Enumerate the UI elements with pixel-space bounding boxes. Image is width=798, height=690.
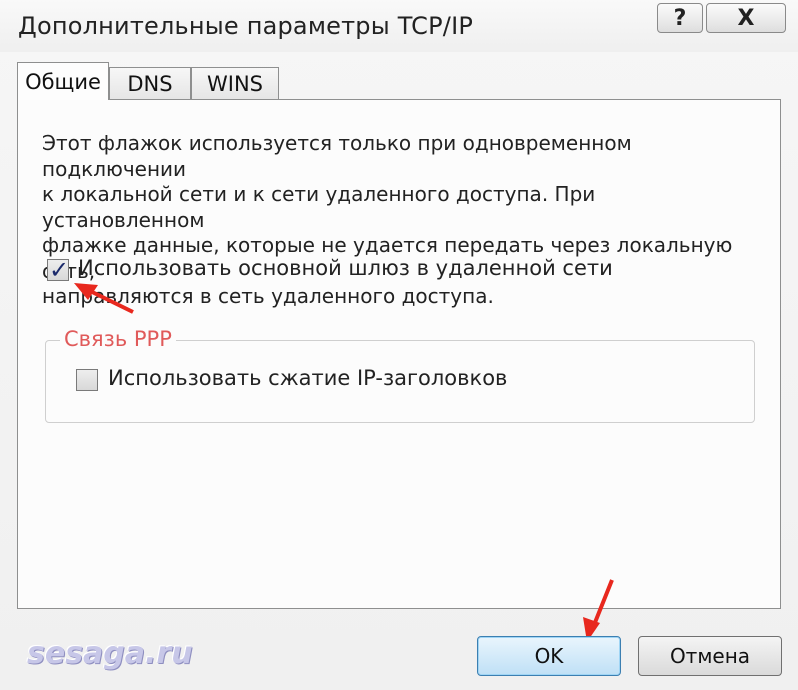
tab-general[interactable]: Общие xyxy=(17,62,109,100)
site-watermark: sesaga.ru xyxy=(27,636,193,671)
arrow-icon xyxy=(583,579,614,642)
dialog-window: Дополнительные параметры TCP/IP ? X Общи… xyxy=(0,0,798,690)
annotation-arrows xyxy=(74,283,614,642)
arrow-icon xyxy=(74,283,134,314)
ok-button[interactable]: OK xyxy=(477,636,621,676)
cancel-button[interactable]: Отмена xyxy=(638,636,782,676)
